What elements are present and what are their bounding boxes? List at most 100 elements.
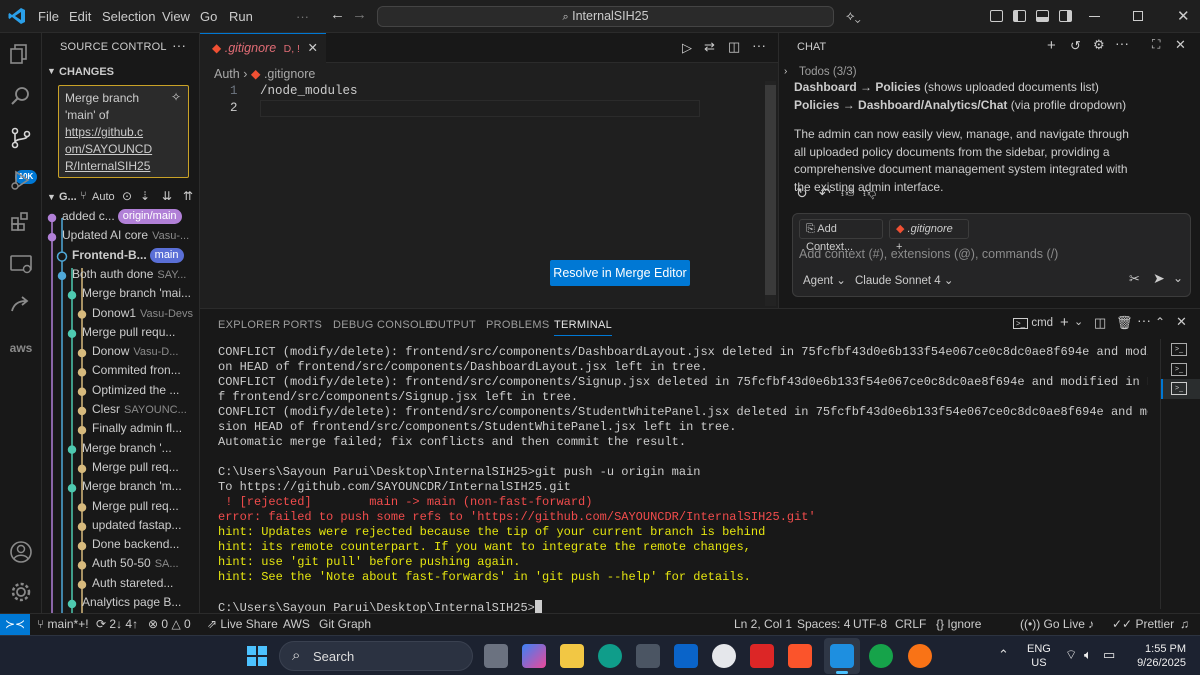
more-actions-icon[interactable]: ··· [1115, 35, 1129, 51]
penguin-app-icon[interactable] [712, 644, 736, 668]
terminal-output[interactable]: CONFLICT (modify/delete): frontend/src/c… [218, 345, 1148, 615]
commit-row[interactable]: updated fastap... [42, 516, 199, 535]
commit-row[interactable]: Updated AI core Vasu-... [42, 226, 199, 245]
toggle-secondary-sidebar-icon[interactable] [1059, 10, 1072, 22]
problems-indicator[interactable]: ⊗ 0 △ 0 [148, 614, 191, 635]
commit-row[interactable]: Merge pull req... [42, 458, 199, 477]
resolve-merge-editor-button[interactable]: Resolve in Merge Editor [550, 260, 690, 286]
prettier-button[interactable]: ✓✓ Prettier [1112, 614, 1174, 635]
send-icon[interactable]: ➤ [1153, 270, 1165, 287]
active-terminal-row[interactable]: >_ [1161, 379, 1200, 399]
commit-row[interactable]: Analytics page B... [42, 593, 199, 612]
line-ending[interactable]: CRLF [895, 614, 926, 635]
taskbar-search[interactable]: ⌕ Search [279, 641, 473, 671]
back-arrow-icon[interactable]: ← [330, 6, 345, 23]
thumbs-up-icon[interactable]: 👍︎ [841, 185, 855, 201]
history-icon[interactable]: ↺ [1070, 38, 1081, 54]
maximize-panel-icon[interactable]: ⌃ [1155, 315, 1165, 329]
close-panel-icon[interactable]: ✕ [1176, 314, 1187, 330]
commit-row[interactable]: Clesr SAYOUNC... [42, 400, 199, 419]
model-dropdown[interactable]: Claude Sonnet 4 ⌄ [855, 273, 954, 287]
task-view-icon[interactable] [484, 644, 508, 668]
chat-input-box[interactable]: ⎘ Add Context... ◆ .gitignore + Add cont… [792, 213, 1191, 297]
branch-indicator[interactable]: ⑂ main*+! [37, 614, 89, 635]
go-live-button[interactable]: ((•)) Go Live [1020, 614, 1085, 635]
new-terminal-icon[interactable]: + [1060, 314, 1069, 331]
target-icon[interactable]: ⊙ [122, 189, 132, 203]
split-editor-icon[interactable]: ◫ [728, 39, 740, 55]
chat-placeholder[interactable]: Add context (#), extensions (@), command… [799, 247, 1058, 261]
settings-gear-icon[interactable] [8, 579, 34, 605]
run-file-icon[interactable]: ▷ [682, 40, 692, 56]
scrollbar-thumb[interactable] [765, 85, 776, 295]
menu-selection[interactable]: Selection [102, 9, 155, 24]
volume-icon[interactable]: 🔈︎ [1084, 647, 1092, 663]
code-area[interactable]: /node_modules [260, 83, 700, 117]
pull-icon[interactable]: ⇊ [162, 189, 172, 203]
more-actions-icon[interactable]: ··· [1137, 312, 1151, 328]
bell-icon[interactable]: ♪ [1088, 614, 1094, 635]
commit-row[interactable]: Finally admin fl... [42, 419, 199, 438]
aws-status[interactable]: AWS [283, 614, 310, 635]
graph-header[interactable]: ▼ G... ⑂ Auto ⊙ ⇣ ⇊ ⇈ [42, 188, 199, 208]
encoding[interactable]: UTF-8 [853, 614, 887, 635]
source-control-icon[interactable] [8, 125, 34, 151]
outlook-icon[interactable] [674, 644, 698, 668]
terminal-instance-icon[interactable]: >_ [1171, 343, 1187, 356]
breadcrumb-folder[interactable]: Auth [214, 67, 240, 81]
remote-explorer-icon[interactable] [8, 251, 34, 277]
store-app-icon[interactable] [750, 644, 774, 668]
account-icon[interactable] [8, 539, 34, 565]
terminal-shell-selector[interactable]: >_ cmd [1013, 317, 1053, 329]
more-actions-icon[interactable]: ··· [752, 37, 766, 53]
terminal-instance-icon[interactable]: >_ [1171, 363, 1187, 376]
commit-row[interactable]: Done backend... [42, 535, 199, 554]
maximize-chat-icon[interactable]: ⛶ [1152, 37, 1160, 52]
chevron-down-icon[interactable]: ▼ [47, 66, 56, 76]
commit-row[interactable]: Frontend-B... main [42, 246, 199, 265]
file-explorer-icon[interactable] [560, 644, 584, 668]
tab-debug-console[interactable]: DEBUG CONSOLE [333, 319, 433, 331]
changes-header[interactable]: CHANGES [59, 66, 114, 78]
fetch-icon[interactable]: ⇣ [140, 189, 150, 203]
trash-icon[interactable]: 🗑︎ [1116, 315, 1133, 331]
commit-message-input[interactable]: Merge branch 'main' of https://github.c … [58, 85, 189, 178]
tab-output[interactable]: OUTPUT [429, 319, 476, 331]
commit-row[interactable]: Optimized the ... [42, 381, 199, 400]
todos-label[interactable]: Todos (3/3) [799, 66, 857, 78]
copilot-app-icon[interactable] [522, 644, 546, 668]
commit-row[interactable]: Donow Vasu-D... [42, 342, 199, 361]
commit-row[interactable]: Merge pull req... [42, 497, 199, 516]
tab-gitignore[interactable]: ◆ .gitignore D, ! ✕ [200, 33, 326, 63]
commit-row[interactable]: Merge branch 'm... [42, 477, 199, 496]
tab-explorer[interactable]: EXPLORER [218, 319, 280, 331]
live-share-icon[interactable] [8, 293, 34, 319]
gear-icon[interactable]: ⚙ [1093, 37, 1105, 53]
live-share-button[interactable]: ⇗ Live Share [207, 614, 278, 635]
windows-start-icon[interactable] [247, 646, 267, 666]
clock[interactable]: 1:55 PM 9/26/2025 [1128, 642, 1186, 670]
commit-row[interactable]: Merge branch '... [42, 439, 199, 458]
language-indicator[interactable]: ENG US [1027, 642, 1051, 670]
thumbs-down-icon[interactable]: 👎︎ [863, 185, 876, 201]
cursor-position[interactable]: Ln 2, Col 1 [734, 614, 792, 635]
context-file-chip[interactable]: ◆ .gitignore + [889, 219, 969, 253]
commit-row[interactable]: Auth stareted... [42, 574, 199, 593]
forward-arrow-icon[interactable]: → [352, 6, 367, 23]
mongodb-icon[interactable] [869, 644, 893, 668]
notifications-icon[interactable]: ♫ [1180, 614, 1189, 635]
tab-ports[interactable]: PORTS [283, 319, 322, 331]
commit-row[interactable]: Merge pull requ... [42, 323, 199, 342]
sync-indicator[interactable]: ⟳ 2↓ 4↑ [96, 614, 138, 635]
tools-icon[interactable]: ✂ [1129, 271, 1140, 287]
aws-icon[interactable]: aws [8, 335, 34, 361]
menu-view[interactable]: View [162, 9, 190, 24]
customize-layout-icon[interactable] [990, 10, 1003, 22]
add-context-button[interactable]: ⎘ Add Context... [799, 219, 883, 253]
sparkle-icon[interactable]: ✧ [171, 89, 181, 106]
commit-row[interactable]: Both auth done SAY... [42, 265, 199, 284]
toggle-panel-icon[interactable] [1036, 10, 1049, 22]
postman-icon[interactable] [908, 644, 932, 668]
battery-icon[interactable]: ▭ [1103, 647, 1115, 663]
run-debug-icon[interactable] [8, 167, 34, 193]
